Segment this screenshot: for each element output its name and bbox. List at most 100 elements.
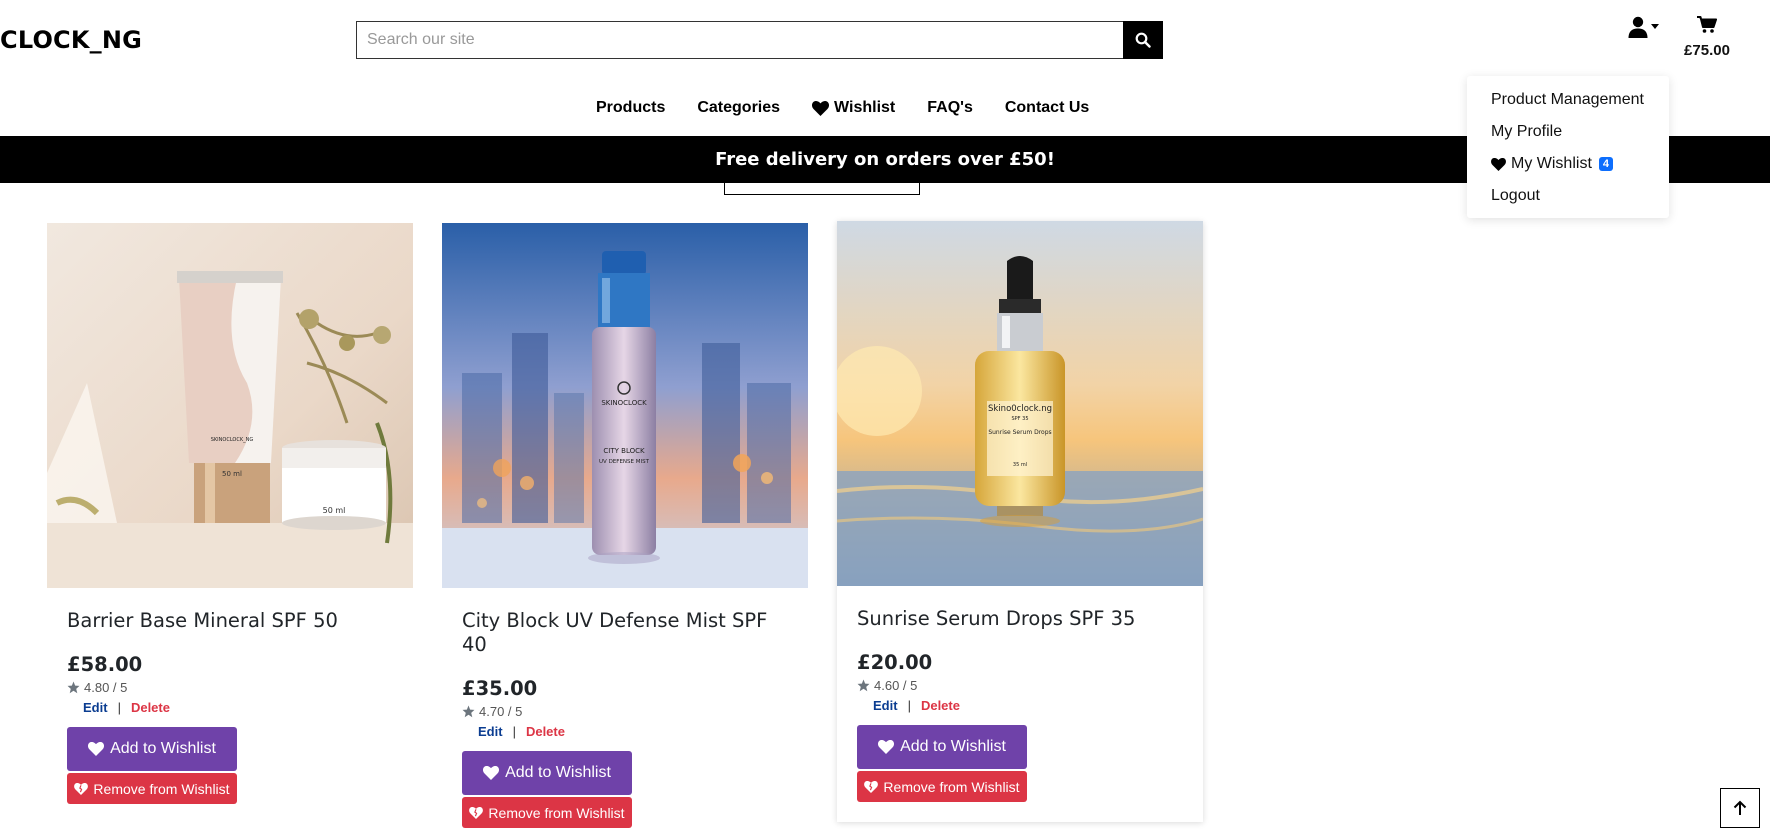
remove-from-wishlist-button[interactable]: Remove from Wishlist — [857, 771, 1027, 802]
site-logo[interactable]: CLOCK_NG — [0, 26, 142, 54]
product-title[interactable]: Sunrise Serum Drops SPF 35 — [857, 607, 1183, 631]
star-icon — [67, 681, 80, 694]
nav-categories[interactable]: Categories — [697, 99, 780, 117]
rating-value: 4.80 / 5 — [84, 680, 128, 695]
product-rating: 4.70 / 5 — [462, 704, 788, 719]
main-nav: Products Categories Wishlist FAQ's Conta… — [596, 99, 1089, 117]
nav-faqs-label: FAQ's — [927, 99, 973, 116]
menu-item-my-profile[interactable]: My Profile — [1491, 116, 1669, 148]
heart-icon — [1491, 157, 1506, 171]
arrow-up-icon — [1733, 800, 1747, 815]
product-title[interactable]: City Block UV Defense Mist SPF 40 — [462, 609, 788, 657]
cart-button[interactable]: £75.00 — [1680, 16, 1734, 59]
button-label: Remove from Wishlist — [93, 780, 230, 797]
heart-icon — [483, 766, 500, 780]
button-label: Remove from Wishlist — [488, 804, 625, 821]
cart-total: £75.00 — [1684, 42, 1730, 59]
svg-text:SKINOCLOCK: SKINOCLOCK — [601, 399, 647, 407]
svg-text:35 ml: 35 ml — [1013, 462, 1027, 468]
nav-contact[interactable]: Contact Us — [1005, 99, 1089, 117]
svg-text:Sunrise Serum Drops: Sunrise Serum Drops — [988, 429, 1051, 436]
separator: | — [907, 698, 911, 713]
menu-item-my-wishlist[interactable]: My Wishlist 4 — [1491, 148, 1669, 180]
caret-down-icon — [1651, 24, 1659, 29]
card-body: Sunrise Serum Drops SPF 35 £20.00 4.60 /… — [837, 586, 1203, 802]
product-image[interactable]: SKINOCLOCK_NG 50 ml 50 ml — [47, 223, 413, 588]
product-image[interactable]: SKINOCLOCK CITY BLOCK UV DEFENSE MIST — [442, 223, 808, 588]
menu-item-label: My Profile — [1491, 123, 1563, 140]
admin-actions: Edit | Delete — [462, 724, 788, 739]
product-rating: 4.60 / 5 — [857, 678, 1183, 693]
separator: | — [117, 700, 121, 715]
edit-link[interactable]: Edit — [873, 698, 898, 713]
wishlist-count-badge: 4 — [1598, 157, 1614, 171]
product-image[interactable]: Skino0clock.ng SPF 35 Sunrise Serum Drop… — [837, 221, 1203, 586]
star-icon — [857, 679, 870, 692]
svg-text:UV DEFENSE MIST: UV DEFENSE MIST — [599, 459, 650, 465]
nav-categories-label: Categories — [697, 99, 781, 116]
cart-icon — [1697, 16, 1717, 33]
delete-link[interactable]: Delete — [921, 698, 960, 713]
nav-wishlist[interactable]: Wishlist — [812, 99, 895, 117]
heart-broken-icon — [469, 806, 484, 819]
svg-text:50 ml: 50 ml — [323, 506, 346, 515]
account-menu-toggle[interactable] — [1628, 16, 1659, 38]
nav-faqs[interactable]: FAQ's — [927, 99, 973, 117]
search-button[interactable] — [1123, 21, 1163, 59]
button-label: Add to Wishlist — [505, 764, 611, 781]
delete-link[interactable]: Delete — [131, 700, 170, 715]
star-icon — [462, 705, 475, 718]
delete-link[interactable]: Delete — [526, 724, 565, 739]
product-card: SKINOCLOCK CITY BLOCK UV DEFENSE MIST Ci… — [442, 223, 808, 828]
admin-actions: Edit | Delete — [857, 698, 1183, 713]
product-price: £58.00 — [67, 653, 143, 676]
menu-item-label: Logout — [1491, 187, 1540, 204]
account-dropdown: Product Management My Profile My Wishlis… — [1467, 76, 1669, 218]
user-icon — [1628, 16, 1648, 38]
back-to-top-button[interactable] — [1720, 788, 1760, 828]
remove-from-wishlist-button[interactable]: Remove from Wishlist — [67, 773, 237, 804]
remove-from-wishlist-button[interactable]: Remove from Wishlist — [462, 797, 632, 828]
add-to-wishlist-button[interactable]: Add to Wishlist — [857, 725, 1027, 769]
button-label: Remove from Wishlist — [883, 778, 1020, 795]
product-price: £20.00 — [857, 651, 933, 674]
product-title[interactable]: Barrier Base Mineral SPF 50 — [67, 609, 393, 633]
menu-item-label: Product Management — [1491, 91, 1644, 108]
search-input[interactable] — [356, 21, 1123, 59]
nav-products[interactable]: Products — [596, 99, 665, 117]
nav-contact-label: Contact Us — [1004, 99, 1090, 116]
product-price: £35.00 — [462, 677, 538, 700]
product-rating: 4.80 / 5 — [67, 680, 393, 695]
card-body: City Block UV Defense Mist SPF 40 £35.00… — [442, 588, 808, 828]
menu-item-label: My Wishlist — [1511, 155, 1592, 172]
promo-banner-text: Free delivery on orders over £50! — [715, 149, 1055, 170]
heart-icon — [812, 100, 830, 116]
menu-item-product-management[interactable]: Product Management — [1491, 84, 1669, 116]
svg-text:CITY BLOCK: CITY BLOCK — [603, 447, 645, 455]
add-to-wishlist-button[interactable]: Add to Wishlist — [67, 727, 237, 771]
rating-value: 4.70 / 5 — [479, 704, 523, 719]
heart-broken-icon — [74, 782, 89, 795]
banner-tab-outline — [724, 183, 920, 195]
card-body: Barrier Base Mineral SPF 50 £58.00 4.80 … — [47, 588, 413, 804]
product-card: SKINOCLOCK_NG 50 ml 50 ml Barrier Base M… — [47, 223, 413, 804]
nav-products-label: Products — [596, 99, 666, 116]
menu-item-logout[interactable]: Logout — [1491, 180, 1669, 212]
button-label: Add to Wishlist — [110, 740, 216, 757]
svg-text:Skino0clock.ng: Skino0clock.ng — [988, 404, 1052, 414]
search-icon — [1135, 32, 1151, 48]
svg-text:SKINOCLOCK_NG: SKINOCLOCK_NG — [211, 437, 254, 443]
heart-broken-icon — [864, 780, 879, 793]
edit-link[interactable]: Edit — [478, 724, 503, 739]
admin-actions: Edit | Delete — [67, 700, 393, 715]
rating-value: 4.60 / 5 — [874, 678, 918, 693]
product-card: Skino0clock.ng SPF 35 Sunrise Serum Drop… — [837, 221, 1203, 822]
add-to-wishlist-button[interactable]: Add to Wishlist — [462, 751, 632, 795]
svg-text:SPF 35: SPF 35 — [1011, 416, 1028, 422]
search-bar — [356, 21, 1163, 59]
heart-icon — [88, 742, 105, 756]
separator: | — [512, 724, 516, 739]
edit-link[interactable]: Edit — [83, 700, 108, 715]
svg-text:50 ml: 50 ml — [222, 470, 242, 478]
nav-wishlist-label: Wishlist — [834, 99, 896, 116]
